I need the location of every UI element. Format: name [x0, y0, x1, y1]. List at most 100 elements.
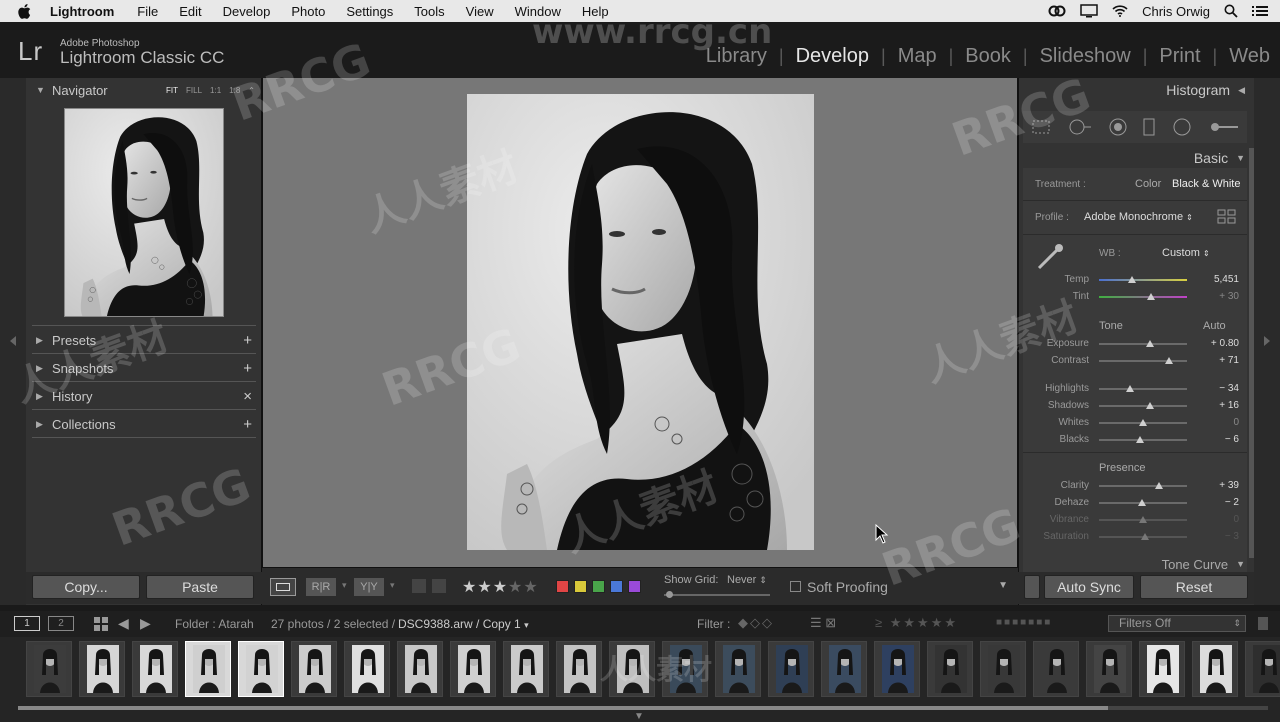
- shadows-slider[interactable]: [1099, 405, 1187, 407]
- rating-filter[interactable]: ≥ ★★★★★: [875, 615, 958, 631]
- user-name[interactable]: Chris Orwig: [1142, 4, 1210, 19]
- filmstrip-thumbnail[interactable]: [980, 641, 1026, 697]
- star-icon[interactable]: ★: [462, 579, 477, 596]
- tint-value[interactable]: + 30: [1199, 291, 1239, 302]
- edit-filter-icons[interactable]: ☰ ⊠: [810, 615, 836, 631]
- color-label-swatch[interactable]: [574, 580, 587, 593]
- module-library[interactable]: Library: [694, 45, 779, 68]
- apple-icon[interactable]: [18, 3, 36, 19]
- menu-develop[interactable]: Develop: [223, 4, 271, 19]
- profile-browser-icon[interactable]: [1217, 209, 1237, 225]
- menu-help[interactable]: Help: [582, 4, 609, 19]
- spotlight-search-icon[interactable]: [1224, 4, 1238, 18]
- star-icon-empty[interactable]: ★: [508, 579, 523, 596]
- menu-edit[interactable]: Edit: [179, 4, 201, 19]
- color-label-swatch[interactable]: [628, 580, 641, 593]
- filmstrip-thumbnail[interactable]: [556, 641, 602, 697]
- star-icon-empty[interactable]: ★: [523, 579, 538, 596]
- filmstrip-thumbnail[interactable]: [291, 641, 337, 697]
- copy-settings-button[interactable]: Copy...: [32, 575, 140, 599]
- star-icon[interactable]: ★: [477, 579, 492, 596]
- clarity-slider[interactable]: [1099, 485, 1187, 487]
- whites-slider-thumb[interactable]: [1139, 419, 1147, 426]
- module-book[interactable]: Book: [953, 45, 1023, 68]
- filmstrip-thumbnail[interactable]: [821, 641, 867, 697]
- menu-app[interactable]: Lightroom: [50, 4, 114, 19]
- forward-arrow-icon[interactable]: ▶: [140, 615, 151, 632]
- shadows-slider-thumb[interactable]: [1146, 402, 1155, 409]
- zoom-fill[interactable]: FILL: [186, 86, 202, 95]
- tint-slider[interactable]: [1099, 296, 1187, 298]
- module-slideshow[interactable]: Slideshow: [1028, 45, 1143, 68]
- image-canvas[interactable]: [262, 78, 1018, 567]
- filmstrip-thumbnail[interactable]: [26, 641, 72, 697]
- color-label-swatch[interactable]: [610, 580, 623, 593]
- filmstrip-thumbnail[interactable]: [874, 641, 920, 697]
- wifi-icon[interactable]: [1112, 5, 1128, 17]
- filmstrip-thumbnail[interactable]: [768, 641, 814, 697]
- color-filter-icons[interactable]: ■■■■■■■: [996, 617, 1052, 628]
- filmstrip-thumbnail[interactable]: [609, 641, 655, 697]
- before-after-dropdown-icon[interactable]: ▾: [342, 580, 347, 591]
- star-icon[interactable]: ★: [493, 579, 508, 596]
- filmstrip-thumbnail[interactable]: [397, 641, 443, 697]
- filmstrip-thumbnail[interactable]: [238, 641, 284, 697]
- module-print[interactable]: Print: [1147, 45, 1212, 68]
- color-label-swatch[interactable]: [556, 580, 569, 593]
- highlights-value[interactable]: − 34: [1199, 383, 1239, 394]
- secondary-window-button[interactable]: 2: [48, 616, 74, 631]
- add-collection-icon[interactable]: +: [243, 416, 252, 433]
- graduated-filter-icon[interactable]: [1142, 117, 1156, 137]
- add-preset-icon[interactable]: +: [243, 332, 252, 349]
- profile-select[interactable]: Adobe Monochrome ⇕: [1084, 211, 1193, 223]
- filmstrip-thumbnail[interactable]: [79, 641, 125, 697]
- exposure-value[interactable]: + 0.80: [1199, 338, 1239, 349]
- filmstrip-thumbnail[interactable]: [1245, 641, 1280, 697]
- spot-removal-tool-icon[interactable]: [1067, 118, 1093, 136]
- menu-window[interactable]: Window: [515, 4, 561, 19]
- copy-before-after-button[interactable]: Y|Y: [354, 578, 384, 596]
- filmstrip-thumbnail[interactable]: [927, 641, 973, 697]
- white-balance-eyedropper-icon[interactable]: [1035, 242, 1065, 272]
- soft-proofing-label[interactable]: Soft Proofing: [807, 579, 888, 595]
- contrast-value[interactable]: + 71: [1199, 355, 1239, 366]
- treatment-bw-option[interactable]: Black & White: [1172, 178, 1240, 190]
- folder-source[interactable]: Folder : Atarah: [175, 617, 254, 631]
- zoom-fit[interactable]: FIT: [166, 86, 178, 95]
- filmstrip-thumbnail[interactable]: [662, 641, 708, 697]
- red-eye-tool-icon[interactable]: [1108, 117, 1128, 137]
- filmstrip-thumbnail[interactable]: [450, 641, 496, 697]
- sync-toggle-switch[interactable]: [1024, 575, 1040, 599]
- filmstrip-thumbnail[interactable]: [1086, 641, 1132, 697]
- saturation-value[interactable]: − 3: [1199, 531, 1239, 542]
- star-rating[interactable]: ★★★★★: [462, 577, 539, 597]
- menu-tools[interactable]: Tools: [414, 4, 444, 19]
- flag-filter-icons[interactable]: ◆◇◇: [738, 615, 774, 631]
- filmstrip-thumbnail[interactable]: [1033, 641, 1079, 697]
- highlights-slider-thumb[interactable]: [1125, 385, 1134, 392]
- exposure-slider-thumb[interactable]: [1146, 340, 1155, 347]
- left-edge-strip[interactable]: [0, 78, 26, 605]
- vibrance-value[interactable]: 0: [1199, 514, 1239, 525]
- paste-settings-button[interactable]: Paste: [146, 575, 254, 599]
- display-icon[interactable]: [1080, 4, 1098, 18]
- soft-proofing-checkbox[interactable]: [790, 581, 801, 592]
- clarity-value[interactable]: + 39: [1199, 480, 1239, 491]
- filmstrip-toggle-icon[interactable]: [1258, 617, 1268, 630]
- menu-file[interactable]: File: [137, 4, 158, 19]
- tone-auto-button[interactable]: Auto: [1203, 320, 1226, 332]
- contrast-slider-thumb[interactable]: [1165, 357, 1174, 364]
- back-arrow-icon[interactable]: ◀: [118, 615, 129, 632]
- auto-sync-button[interactable]: Auto Sync: [1044, 575, 1134, 599]
- zoom-1-1[interactable]: 1:1: [210, 86, 221, 95]
- temp-slider[interactable]: [1099, 279, 1187, 281]
- dehaze-value[interactable]: − 2: [1199, 497, 1239, 508]
- current-filename[interactable]: DSC9388.arw / Copy 1 ▾: [398, 617, 529, 631]
- vibrance-slider-thumb[interactable]: [1139, 516, 1147, 523]
- exposure-slider[interactable]: [1099, 343, 1187, 345]
- clear-history-icon[interactable]: ×: [243, 388, 252, 405]
- copy-dropdown-icon[interactable]: ▾: [390, 580, 395, 591]
- tint-slider-thumb[interactable]: [1146, 293, 1155, 300]
- contrast-slider[interactable]: [1099, 360, 1187, 362]
- blacks-slider-thumb[interactable]: [1136, 436, 1145, 443]
